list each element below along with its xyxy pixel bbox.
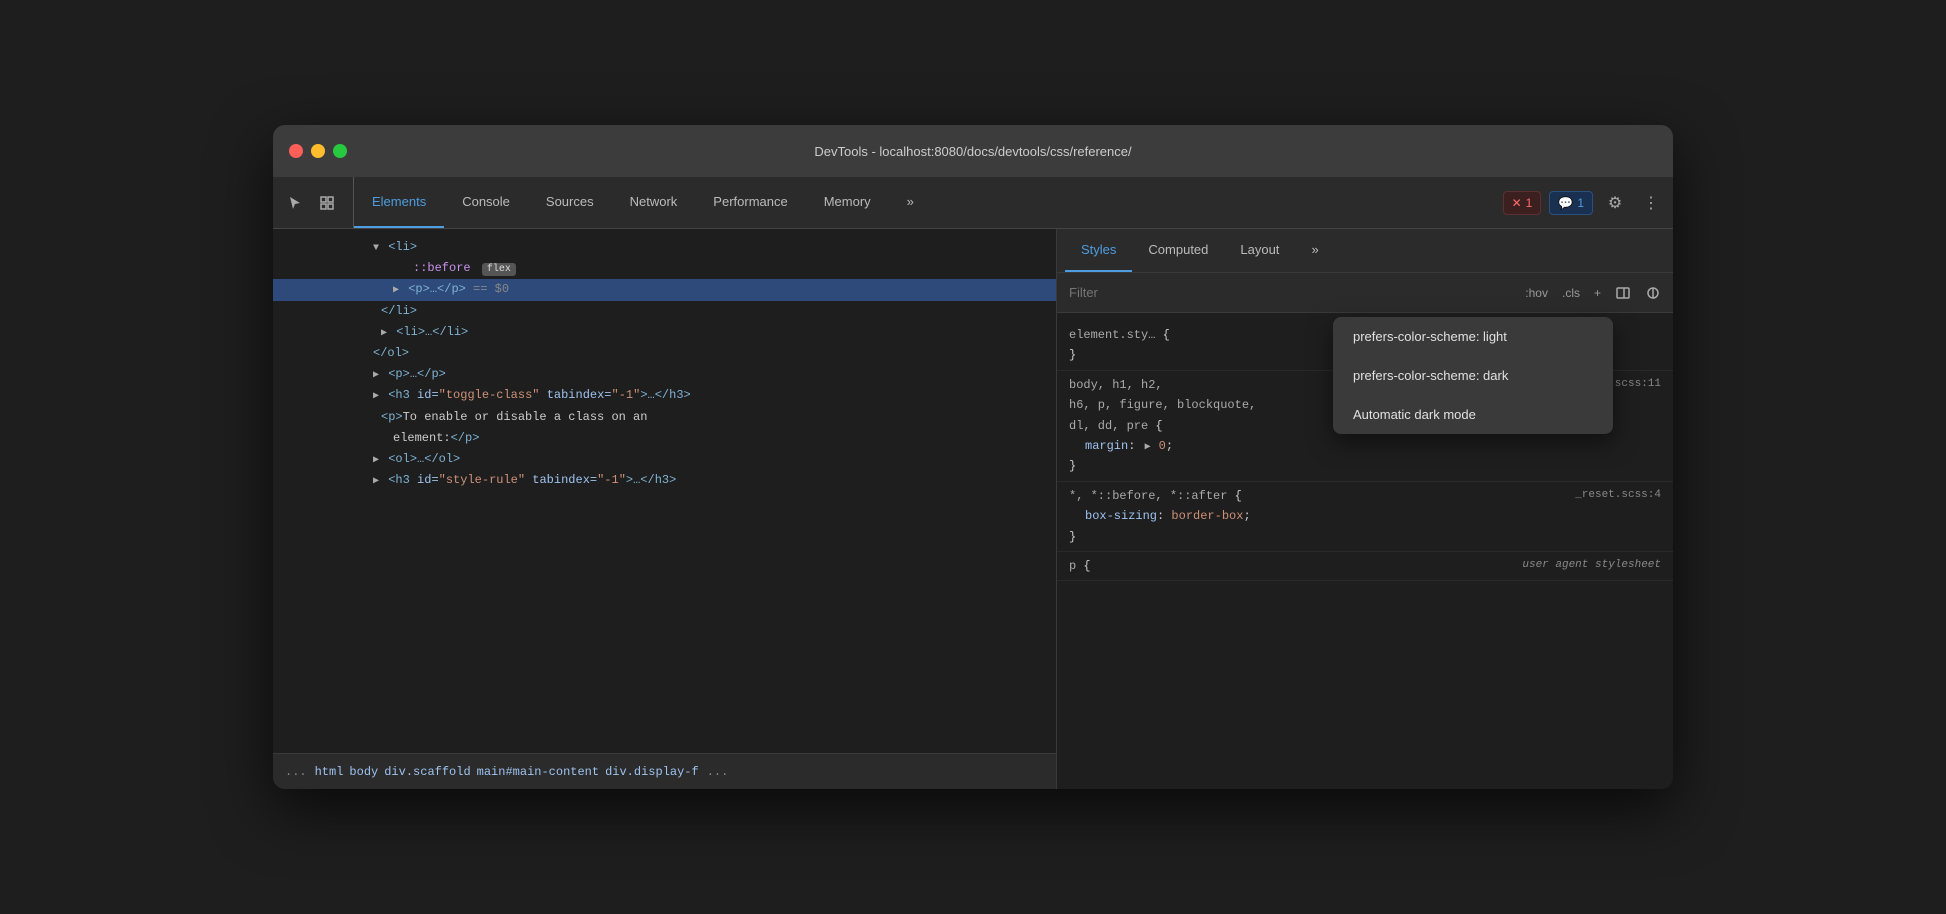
- minimize-button[interactable]: [311, 144, 325, 158]
- maximize-button[interactable]: [333, 144, 347, 158]
- toolbar-right: ✕ 1 💬 1 ⚙ ⋮: [1495, 177, 1665, 228]
- tab-console[interactable]: Console: [444, 177, 528, 228]
- styles-tab-styles[interactable]: Styles: [1065, 229, 1132, 272]
- triangle-icon: ▼: [373, 243, 379, 254]
- error-icon: ✕: [1512, 196, 1522, 210]
- close-button[interactable]: [289, 144, 303, 158]
- cursor-icon[interactable]: [281, 189, 309, 217]
- devtools-window: DevTools - localhost:8080/docs/devtools/…: [273, 125, 1673, 789]
- triangle-icon: ▶: [373, 370, 379, 381]
- toggle-sidebar-icon[interactable]: [1611, 281, 1635, 305]
- cls-button[interactable]: .cls: [1558, 284, 1584, 302]
- rule-selector-p: user agent stylesheet p {: [1069, 556, 1661, 576]
- dom-li-collapsed[interactable]: ▶ <li>…</li>: [273, 322, 1056, 343]
- dropdown-item-prefers-dark[interactable]: prefers-color-scheme: dark: [1333, 356, 1613, 395]
- triangle-icon: ▶: [381, 328, 387, 339]
- dropdown-item-auto-dark[interactable]: Automatic dark mode: [1333, 395, 1613, 434]
- toolbar-icons: [281, 177, 354, 228]
- toggle-color-scheme-icon[interactable]: [1641, 281, 1665, 305]
- tab-sources[interactable]: Sources: [528, 177, 612, 228]
- triangle-icon: ▶: [373, 391, 379, 402]
- color-scheme-dropdown: prefers-color-scheme: light prefers-colo…: [1333, 317, 1613, 434]
- triangle-icon: ▶: [373, 455, 379, 466]
- traffic-lights: [289, 144, 347, 158]
- dom-tree: ▼ <li> ::before flex ▶ <p>…</p> == $0: [273, 229, 1056, 753]
- triangle-icon: ▶: [373, 476, 379, 487]
- dom-panel: ▼ <li> ::before flex ▶ <p>…</p> == $0: [273, 229, 1057, 789]
- triangle-icon: ▶: [393, 285, 399, 296]
- dropdown-item-prefers-light[interactable]: prefers-color-scheme: light: [1333, 317, 1613, 356]
- flex-badge: flex: [482, 263, 516, 276]
- breadcrumb-div[interactable]: div.display-f: [605, 765, 699, 779]
- dom-ol-close[interactable]: </ol>: [273, 343, 1056, 364]
- breadcrumb-suffix[interactable]: ...: [707, 765, 729, 779]
- toolbar: Elements Console Sources Network Perform…: [273, 177, 1673, 229]
- rule-p-agent: user agent stylesheet p {: [1057, 552, 1673, 581]
- rule-prop-boxsizing: box-sizing: border-box;: [1069, 506, 1661, 526]
- titlebar: DevTools - localhost:8080/docs/devtools/…: [273, 125, 1673, 177]
- dom-p-selected[interactable]: ▶ <p>…</p> == $0: [273, 279, 1056, 300]
- rule-selector-universal: _reset.scss:4 *, *::before, *::after {: [1069, 486, 1661, 506]
- rule-prop-margin: margin: ▶ 0;: [1069, 436, 1661, 456]
- tab-memory[interactable]: Memory: [806, 177, 889, 228]
- main-tabs: Elements Console Sources Network Perform…: [354, 177, 1495, 228]
- tab-network[interactable]: Network: [612, 177, 696, 228]
- dom-li-close[interactable]: </li>: [273, 301, 1056, 322]
- styles-tabs: Styles Computed Layout »: [1057, 229, 1673, 273]
- window-title: DevTools - localhost:8080/docs/devtools/…: [814, 144, 1131, 159]
- message-icon: 💬: [1558, 196, 1573, 210]
- styles-tab-computed[interactable]: Computed: [1132, 229, 1224, 272]
- dom-before-pseudo[interactable]: ::before flex: [273, 258, 1056, 279]
- rule-source-reset4: _reset.scss:4: [1575, 486, 1661, 505]
- breadcrumb: ... html body div.scaffold main#main-con…: [273, 753, 1056, 789]
- tab-elements[interactable]: Elements: [354, 177, 444, 228]
- dom-p-collapsed[interactable]: ▶ <p>…</p>: [273, 364, 1056, 385]
- styles-toolbar: :hov .cls + prefers-color-scheme: light …: [1057, 273, 1673, 313]
- styles-filter-input[interactable]: [1065, 281, 1513, 304]
- breadcrumb-scaffold[interactable]: div.scaffold: [384, 765, 470, 779]
- add-style-button[interactable]: +: [1590, 284, 1605, 302]
- styles-tab-layout[interactable]: Layout: [1224, 229, 1295, 272]
- dom-h3-toggle[interactable]: ▶ <h3 id="toggle-class" tabindex="-1">…<…: [273, 385, 1056, 406]
- hov-button[interactable]: :hov: [1521, 284, 1552, 302]
- rule-brace-close-body: }: [1069, 456, 1661, 476]
- styles-tab-more[interactable]: »: [1295, 229, 1334, 272]
- dom-ol-collapsed[interactable]: ▶ <ol>…</ol>: [273, 449, 1056, 470]
- message-badge[interactable]: 💬 1: [1549, 191, 1593, 215]
- rule-brace-close-universal: }: [1069, 527, 1661, 547]
- more-options-button[interactable]: ⋮: [1637, 189, 1665, 217]
- settings-button[interactable]: ⚙: [1601, 189, 1629, 217]
- tab-more[interactable]: »: [889, 177, 932, 228]
- rule-source-agent: user agent stylesheet: [1522, 556, 1661, 575]
- main-content: ▼ <li> ::before flex ▶ <p>…</p> == $0: [273, 229, 1673, 789]
- dom-h3-style-rule[interactable]: ▶ <h3 id="style-rule" tabindex="-1">…</h…: [273, 470, 1056, 491]
- dom-p-element[interactable]: element:</p>: [273, 428, 1056, 449]
- rule-universal: _reset.scss:4 *, *::before, *::after { b…: [1057, 482, 1673, 552]
- error-badge[interactable]: ✕ 1: [1503, 191, 1542, 215]
- styles-toolbar-actions: :hov .cls +: [1521, 281, 1665, 305]
- breadcrumb-prefix[interactable]: ...: [285, 765, 307, 779]
- breadcrumb-main[interactable]: main#main-content: [477, 765, 599, 779]
- styles-panel: Styles Computed Layout » :hov .cls +: [1057, 229, 1673, 789]
- breadcrumb-html[interactable]: html: [315, 765, 344, 779]
- dom-li-open[interactable]: ▼ <li>: [273, 237, 1056, 258]
- tab-performance[interactable]: Performance: [695, 177, 805, 228]
- dom-p-toenable[interactable]: <p>To enable or disable a class on an: [273, 407, 1056, 428]
- breadcrumb-body[interactable]: body: [349, 765, 378, 779]
- inspect-icon[interactable]: [313, 189, 341, 217]
